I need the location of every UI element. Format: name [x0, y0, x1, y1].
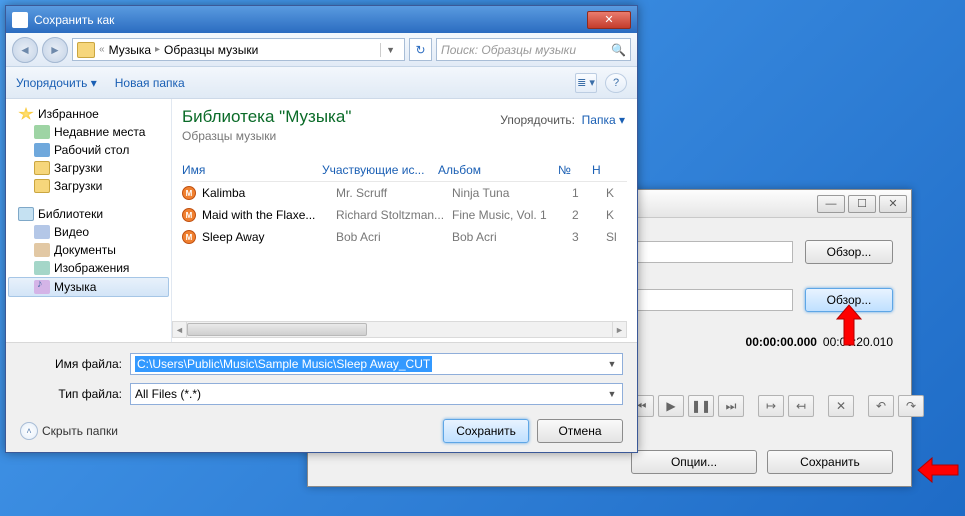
mark-end-icon[interactable]: ↤ [788, 395, 814, 417]
scroll-right-icon[interactable]: ► [612, 322, 626, 337]
navigation-bar: ◄ ► « Музыка ▸ Образцы музыки ▼ ↻ Поиск:… [6, 33, 637, 67]
dest-file-input[interactable] [628, 289, 793, 311]
transport-toolbar: ⏮ ▶ ❚❚ ⏭ ↦ ↤ ✕ ↶ ↷ [628, 395, 924, 417]
col-number: № [558, 163, 592, 177]
folder-icon [77, 42, 95, 58]
dialog-titlebar: Сохранить как ✕ [6, 6, 637, 33]
tree-video[interactable]: Видео [8, 223, 169, 241]
tree-downloads2[interactable]: Загрузки [8, 177, 169, 195]
browse-source-button[interactable]: Обзор... [805, 240, 893, 264]
scroll-left-icon[interactable]: ◄ [173, 322, 187, 337]
newfolder-button[interactable]: Новая папка [115, 76, 185, 90]
tree-downloads[interactable]: Загрузки [8, 159, 169, 177]
file-row[interactable]: M Sleep Away Bob Acri Bob Acri 3 Sl [182, 226, 627, 248]
time-start: 00:00:00.000 [746, 335, 817, 349]
close-button[interactable]: ✕ [879, 195, 907, 213]
tree-libraries[interactable]: Библиотеки [8, 205, 169, 223]
minimize-button[interactable]: — [817, 195, 845, 213]
time-range: 00:00:00.000 00:00:20.010 [648, 335, 893, 349]
address-bar[interactable]: « Музыка ▸ Образцы музыки ▼ [72, 38, 405, 61]
dialog-cancel-button[interactable]: Отмена [537, 419, 623, 443]
chevron-down-icon[interactable]: ▼ [604, 386, 620, 402]
tree-desktop[interactable]: Рабочий стол [8, 141, 169, 159]
dialog-close-button[interactable]: ✕ [587, 11, 631, 29]
source-file-input[interactable] [628, 241, 793, 263]
breadcrumb-1[interactable]: Музыка [109, 43, 151, 57]
nav-forward-button[interactable]: ► [42, 37, 68, 63]
col-artist: Участвующие ис... [322, 163, 438, 177]
toolbar: Упорядочить ▾ Новая папка ≣ ▾ ? [6, 67, 637, 99]
library-subtitle: Образцы музыки [182, 129, 627, 143]
options-button[interactable]: Опции... [631, 450, 757, 474]
dialog-footer: Имя файла: C:\Users\Public\Music\Sample … [6, 342, 637, 452]
tree-recent[interactable]: Недавние места [8, 123, 169, 141]
nav-back-button[interactable]: ◄ [12, 37, 38, 63]
col-name: Имя [182, 163, 322, 177]
tree-favorites[interactable]: Избранное [8, 105, 169, 123]
undo-icon[interactable]: ↶ [868, 395, 894, 417]
file-row[interactable]: M Maid with the Flaxe... Richard Stoltzm… [182, 204, 627, 226]
tree-music[interactable]: Музыка [8, 277, 169, 297]
tree-images[interactable]: Изображения [8, 259, 169, 277]
save-as-dialog: Сохранить как ✕ ◄ ► « Музыка ▸ Образцы м… [5, 5, 638, 453]
music-file-icon: M [182, 186, 196, 200]
search-placeholder: Поиск: Образцы музыки [441, 43, 576, 57]
breadcrumb-sep: « [99, 44, 105, 55]
filename-input[interactable]: C:\Users\Public\Music\Sample Music\Sleep… [130, 353, 623, 375]
hide-folders-toggle[interactable]: ˄ Скрыть папки [20, 422, 118, 440]
music-file-icon: M [182, 208, 196, 222]
refresh-button[interactable]: ↻ [409, 38, 432, 61]
organize-menu[interactable]: Упорядочить ▾ [16, 76, 97, 90]
colалt: Н [592, 163, 612, 177]
view-mode-button[interactable]: ≣ ▾ [575, 73, 597, 93]
filename-label: Имя файла: [20, 357, 130, 371]
music-file-icon: M [182, 230, 196, 244]
mark-start-icon[interactable]: ↦ [758, 395, 784, 417]
scroll-thumb[interactable] [187, 323, 367, 336]
breadcrumb-2[interactable]: Образцы музыки [164, 43, 258, 57]
address-dropdown[interactable]: ▼ [380, 43, 400, 57]
chevron-down-icon[interactable]: ▼ [604, 356, 620, 372]
dialog-icon [12, 12, 28, 28]
chevron-up-icon: ˄ [20, 422, 38, 440]
tree-documents[interactable]: Документы [8, 241, 169, 259]
skip-next-icon[interactable]: ⏭ [718, 395, 744, 417]
column-headers[interactable]: Имя Участвующие ис... Альбом № Н [182, 163, 627, 182]
file-list-pane: Библиотека "Музыка" Образцы музыки Упоря… [172, 99, 637, 342]
chevron-right-icon: ▸ [155, 44, 160, 55]
pause-icon[interactable]: ❚❚ [688, 395, 714, 417]
redo-icon[interactable]: ↷ [898, 395, 924, 417]
col-album: Альбом [438, 163, 558, 177]
filetype-select[interactable]: All Files (*.*) ▼ [130, 383, 623, 405]
play-icon[interactable]: ▶ [658, 395, 684, 417]
save-button[interactable]: Сохранить [767, 450, 893, 474]
browse-dest-button[interactable]: Обзор... [805, 288, 893, 312]
file-row[interactable]: M Kalimba Mr. Scruff Ninja Tuna 1 K [182, 182, 627, 204]
nav-tree: Избранное Недавние места Рабочий стол За… [6, 99, 172, 342]
help-button[interactable]: ? [605, 73, 627, 93]
horizontal-scrollbar[interactable]: ◄ ► [172, 321, 627, 338]
dialog-save-button[interactable]: Сохранить [443, 419, 529, 443]
maximize-button[interactable]: ☐ [848, 195, 876, 213]
arrange-control[interactable]: Упорядочить: Папка ▾ [500, 113, 625, 127]
search-icon: 🔍 [611, 43, 626, 57]
time-end: 00:00:20.010 [823, 335, 893, 349]
annotation-arrow-save [916, 455, 960, 485]
search-input[interactable]: Поиск: Образцы музыки 🔍 [436, 38, 631, 61]
delete-icon[interactable]: ✕ [828, 395, 854, 417]
filetype-label: Тип файла: [20, 387, 130, 401]
dialog-title: Сохранить как [34, 13, 114, 27]
